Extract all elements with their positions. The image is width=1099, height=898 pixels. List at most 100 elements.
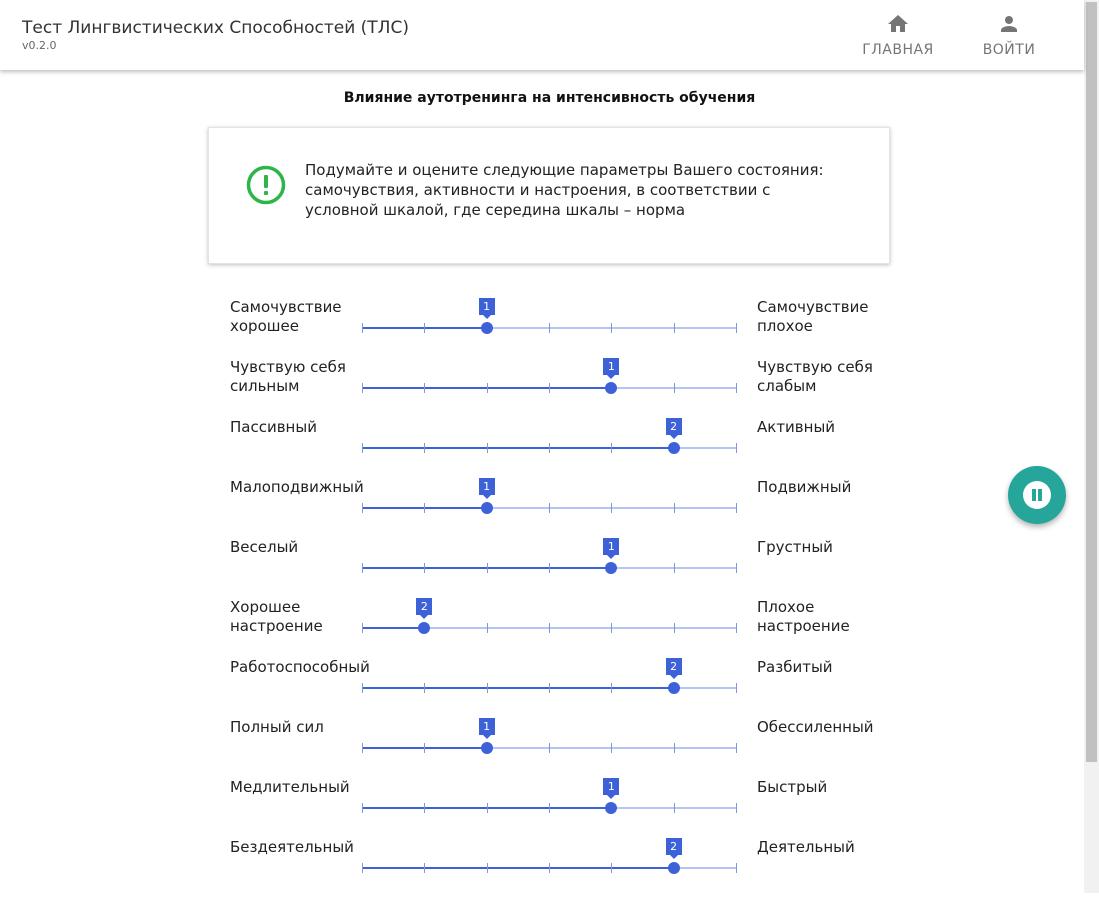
nav-home-button[interactable]: ГЛАВНАЯ — [853, 12, 943, 62]
rating-slider[interactable]: 1 — [362, 778, 737, 818]
slider-thumb[interactable] — [667, 682, 680, 694]
slider-tick — [362, 683, 363, 693]
pause-icon — [1023, 481, 1051, 509]
slider-tick — [487, 803, 488, 813]
slider-tick — [736, 323, 737, 333]
slider-tick — [549, 383, 550, 393]
rating-slider[interactable]: 2 — [362, 658, 737, 698]
home-icon — [888, 15, 908, 32]
slider-tick — [611, 503, 612, 513]
slider-tick — [362, 743, 363, 753]
slider-tick — [549, 443, 550, 453]
slider-tick — [736, 683, 737, 693]
slider-tick — [611, 623, 612, 633]
slider-tick — [611, 323, 612, 333]
slider-tick — [487, 563, 488, 573]
slider-tick — [674, 503, 675, 513]
slider-tick — [424, 743, 425, 753]
slider-thumb[interactable] — [418, 622, 431, 634]
slider-value-badge: 2 — [665, 838, 682, 859]
slider-tick — [487, 683, 488, 693]
person-icon — [1001, 16, 1017, 32]
slider-tick — [674, 623, 675, 633]
rating-slider[interactable]: 1 — [362, 718, 737, 758]
slider-tick — [736, 443, 737, 453]
slider-tick — [487, 443, 488, 453]
slider-value-badge: 1 — [478, 298, 495, 319]
slider-left-label: Пассивный — [230, 418, 317, 436]
slider-tick — [549, 863, 550, 873]
app-title: Тест Лингвистических Способностей (ТЛС) — [22, 18, 409, 38]
rating-slider[interactable]: 2 — [362, 838, 737, 878]
slider-tick — [736, 863, 737, 873]
slider-value-badge: 1 — [603, 538, 620, 559]
slider-thumb[interactable] — [667, 862, 680, 874]
slider-right-label: Быстрый — [757, 778, 828, 796]
slider-tick — [736, 623, 737, 633]
slider-row: Хорошее настроение 2 Плохое настроение — [0, 598, 1000, 658]
slider-tick — [362, 563, 363, 573]
slider-thumb[interactable] — [605, 562, 618, 574]
rating-slider[interactable]: 1 — [362, 538, 737, 578]
slider-left-label: Медлительный — [230, 778, 350, 796]
slider-tick — [362, 503, 363, 513]
slider-left-label: Полный сил — [230, 718, 324, 736]
slider-tick — [424, 683, 425, 693]
slider-tick — [549, 563, 550, 573]
slider-tick — [611, 863, 612, 873]
slider-left-label: Работоспособный — [230, 658, 370, 676]
slider-tick — [736, 563, 737, 573]
slider-value-badge: 2 — [665, 418, 682, 439]
slider-tick — [549, 743, 550, 753]
slider-right-label: Чувствую себя слабым — [757, 358, 873, 395]
slider-tick — [549, 323, 550, 333]
slider-tick — [674, 323, 675, 333]
slider-tick — [736, 503, 737, 513]
slider-row: Малоподвижный 1 Подвижный — [0, 478, 1000, 538]
rating-slider[interactable]: 1 — [362, 478, 737, 518]
slider-tick — [362, 323, 363, 333]
nav-login-label: ВОЙТИ — [982, 42, 1036, 58]
slider-tick — [424, 803, 425, 813]
slider-value-badge: 1 — [478, 718, 495, 739]
slider-tick — [487, 863, 488, 873]
slider-tick — [487, 383, 488, 393]
slider-thumb[interactable] — [480, 742, 493, 754]
slider-row: Полный сил 1 Обессиленный — [0, 718, 1000, 778]
slider-value-badge: 1 — [603, 778, 620, 799]
nav-login-button[interactable]: ВОЙТИ — [964, 12, 1054, 62]
slider-value-badge: 2 — [416, 598, 433, 619]
rating-slider[interactable]: 2 — [362, 418, 737, 458]
slider-thumb[interactable] — [667, 442, 680, 454]
slider-tick — [611, 443, 612, 453]
slider-thumb[interactable] — [605, 802, 618, 814]
slider-tick — [362, 443, 363, 453]
slider-track-fill — [362, 687, 674, 689]
slider-tick — [362, 623, 363, 633]
scrollbar-thumb[interactable] — [1086, 2, 1097, 762]
slider-value-badge: 2 — [665, 658, 682, 679]
slider-tick — [611, 743, 612, 753]
slider-left-label: Хорошее настроение — [230, 598, 323, 635]
slider-tick — [674, 803, 675, 813]
slider-row: Чувствую себя сильным 1 Чувствую себя слаб… — [0, 358, 1000, 418]
slider-thumb[interactable] — [480, 502, 493, 514]
slider-thumb[interactable] — [605, 382, 618, 394]
rating-slider[interactable]: 2 — [362, 598, 737, 638]
slider-tick — [424, 323, 425, 333]
rating-slider[interactable]: 1 — [362, 298, 737, 338]
slider-thumb[interactable] — [480, 322, 493, 334]
slider-row: Самочувствие хорошее 1 Самочувствие плохое — [0, 298, 1000, 358]
slider-tick — [424, 443, 425, 453]
pause-button[interactable] — [1008, 466, 1066, 524]
slider-track-fill — [362, 867, 674, 869]
slider-track-fill — [362, 627, 425, 629]
nav-home-label: ГЛАВНАЯ — [862, 42, 934, 58]
slider-right-label: Грустный — [757, 538, 833, 556]
slider-right-label: Самочувствие плохое — [757, 298, 869, 335]
slider-row: Медлительный 1 Быстрый — [0, 778, 1000, 838]
slider-tick — [362, 383, 363, 393]
instructions-text: Подумайте и оцените следующие параметры … — [305, 161, 824, 219]
rating-slider[interactable]: 1 — [362, 358, 737, 398]
slider-row: Веселый 1 Грустный — [0, 538, 1000, 598]
